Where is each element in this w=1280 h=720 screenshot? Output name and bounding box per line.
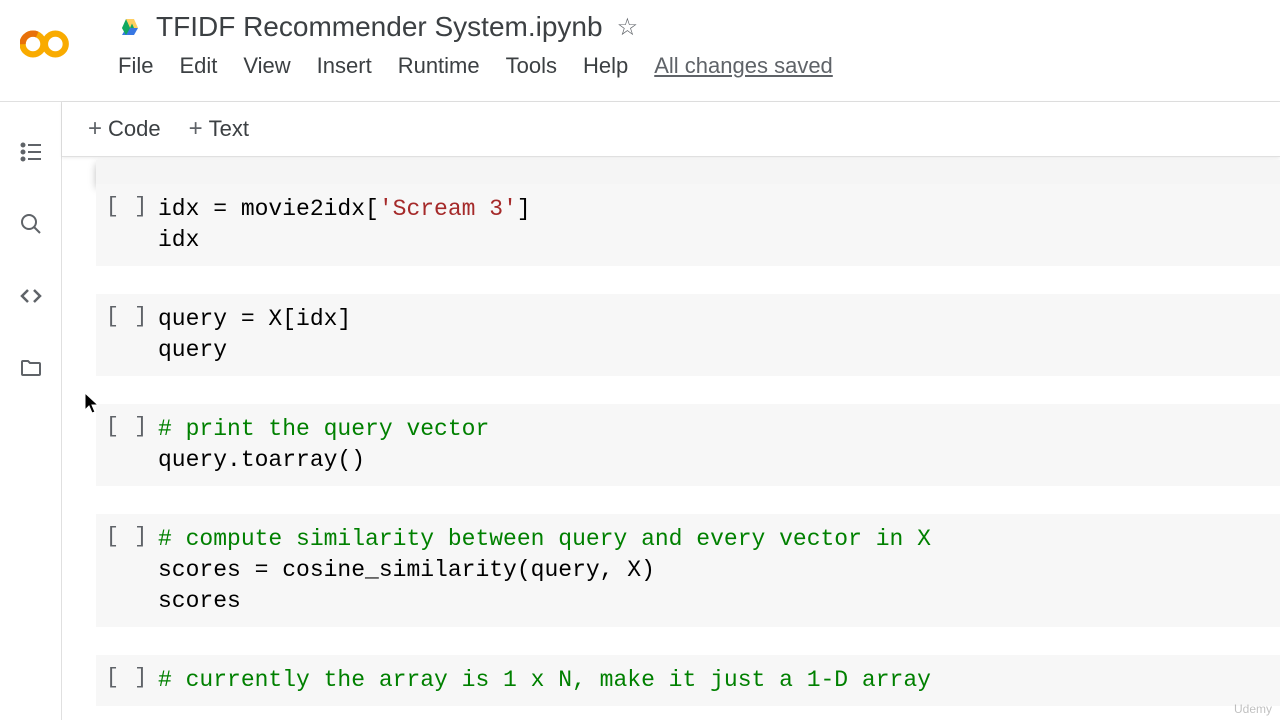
menubar: File Edit View Insert Runtime Tools Help… <box>118 53 833 79</box>
search-icon[interactable] <box>19 212 43 236</box>
previous-cell-edge <box>96 160 1280 184</box>
menu-help[interactable]: Help <box>583 53 628 79</box>
header: TFIDF Recommender System.ipynb ☆ File Ed… <box>0 0 1280 102</box>
cell-toolbar: + Code + Text <box>62 102 1280 157</box>
code-editor[interactable]: idx = movie2idx['Scream 3'] idx <box>158 194 1280 256</box>
files-icon[interactable] <box>19 356 43 380</box>
snippets-icon[interactable] <box>19 284 43 308</box>
exec-indicator[interactable]: [ ] <box>106 524 149 549</box>
menu-view[interactable]: View <box>243 53 290 79</box>
exec-indicator[interactable]: [ ] <box>106 665 149 690</box>
code-cell[interactable]: [ ] # currently the array is 1 x N, make … <box>96 655 1280 706</box>
save-status[interactable]: All changes saved <box>654 53 833 79</box>
drive-icon <box>118 15 142 39</box>
left-rail <box>0 102 62 720</box>
menu-insert[interactable]: Insert <box>317 53 372 79</box>
colab-logo <box>20 18 72 70</box>
star-icon[interactable]: ☆ <box>617 13 639 42</box>
menu-file[interactable]: File <box>118 53 153 79</box>
code-cell[interactable]: [ ] query = X[idx] query <box>96 294 1280 376</box>
code-editor[interactable]: query = X[idx] query <box>158 304 1280 366</box>
code-cell[interactable]: [ ] idx = movie2idx['Scream 3'] idx <box>96 184 1280 266</box>
menu-edit[interactable]: Edit <box>179 53 217 79</box>
notebook-scroll[interactable]: [ ] idx = movie2idx['Scream 3'] idx [ ] que… <box>62 157 1280 720</box>
code-editor[interactable]: # currently the array is 1 x N, make it … <box>158 665 1280 696</box>
add-code-button[interactable]: + Code <box>88 115 161 143</box>
exec-indicator[interactable]: [ ] <box>106 304 149 329</box>
exec-indicator[interactable]: [ ] <box>106 194 149 219</box>
menu-tools[interactable]: Tools <box>506 53 557 79</box>
exec-indicator[interactable]: [ ] <box>106 414 149 439</box>
toc-icon[interactable] <box>19 140 43 164</box>
add-text-label: Text <box>209 116 249 142</box>
watermark: Udemy <box>1234 702 1272 716</box>
add-code-label: Code <box>108 116 161 142</box>
plus-icon: + <box>189 115 203 143</box>
code-cell[interactable]: [ ] # compute similarity between query an… <box>96 514 1280 627</box>
code-editor[interactable]: # print the query vector query.toarray() <box>158 414 1280 476</box>
add-text-button[interactable]: + Text <box>189 115 249 143</box>
code-cell[interactable]: [ ] # print the query vector query.toarra… <box>96 404 1280 486</box>
code-editor[interactable]: # compute similarity between query and e… <box>158 524 1280 617</box>
notebook-title[interactable]: TFIDF Recommender System.ipynb <box>156 11 603 43</box>
menu-runtime[interactable]: Runtime <box>398 53 480 79</box>
plus-icon: + <box>88 115 102 143</box>
